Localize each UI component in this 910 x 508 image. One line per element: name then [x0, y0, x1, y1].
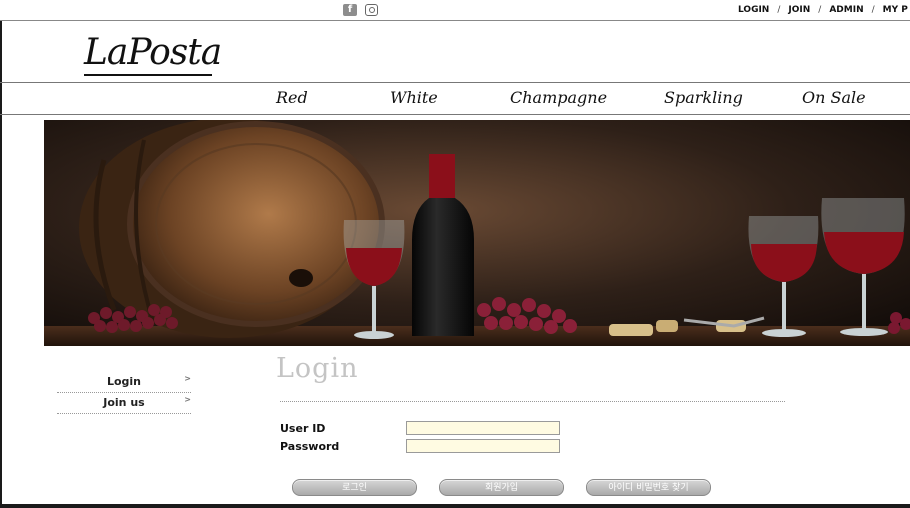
sidebar-item-join-us[interactable]: Join us > [57, 393, 191, 414]
chevron-right-icon: > [184, 395, 191, 404]
login-link[interactable]: LOGIN [738, 4, 769, 16]
window-frame-bottom [0, 504, 910, 508]
login-button[interactable]: 로그인 [292, 479, 417, 496]
top-utility-bar: f LOGIN / JOIN / ADMIN / MY P [0, 0, 910, 21]
separator: / [871, 5, 875, 15]
brand-logo-text: LaPosta [84, 32, 222, 73]
sidebar-menu: Login > Join us > [57, 372, 191, 414]
password-label: Password [280, 440, 340, 453]
password-input[interactable] [406, 439, 560, 453]
separator: / [818, 5, 822, 15]
chevron-right-icon: > [184, 374, 191, 383]
facebook-icon[interactable]: f [343, 4, 357, 16]
brand-logo[interactable]: LaPosta [84, 32, 222, 76]
category-nav: Red White Champagne Sparkling On Sale [0, 83, 910, 115]
sidebar-item-login[interactable]: Login > [57, 372, 191, 393]
admin-link[interactable]: ADMIN [829, 4, 863, 16]
instagram-icon[interactable] [365, 4, 378, 16]
hero-banner [44, 120, 910, 346]
find-account-button[interactable]: 아이디 비밀번호 찾기 [586, 479, 711, 496]
nav-item-on-sale[interactable]: On Sale [802, 88, 866, 107]
my-page-link[interactable]: MY P [883, 4, 908, 16]
logo-underline [84, 74, 212, 76]
nav-item-champagne[interactable]: Champagne [510, 88, 607, 107]
nav-item-white[interactable]: White [390, 88, 438, 107]
nav-item-sparkling[interactable]: Sparkling [664, 88, 743, 107]
signup-button[interactable]: 회원가입 [439, 479, 564, 496]
hero-wine-illustration [44, 120, 910, 346]
user-id-label: User ID [280, 422, 326, 435]
social-links: f [343, 4, 378, 16]
nav-item-red[interactable]: Red [276, 88, 308, 107]
sidebar-item-label: Login [106, 375, 142, 388]
join-link[interactable]: JOIN [788, 4, 810, 16]
sidebar-item-label: Join us [103, 396, 145, 409]
user-id-input[interactable] [406, 421, 560, 435]
title-divider [280, 401, 785, 402]
logo-area: LaPosta [0, 20, 910, 83]
utility-links: LOGIN / JOIN / ADMIN / MY P [738, 4, 908, 16]
separator: / [777, 5, 781, 15]
page-title: Login [276, 353, 359, 384]
